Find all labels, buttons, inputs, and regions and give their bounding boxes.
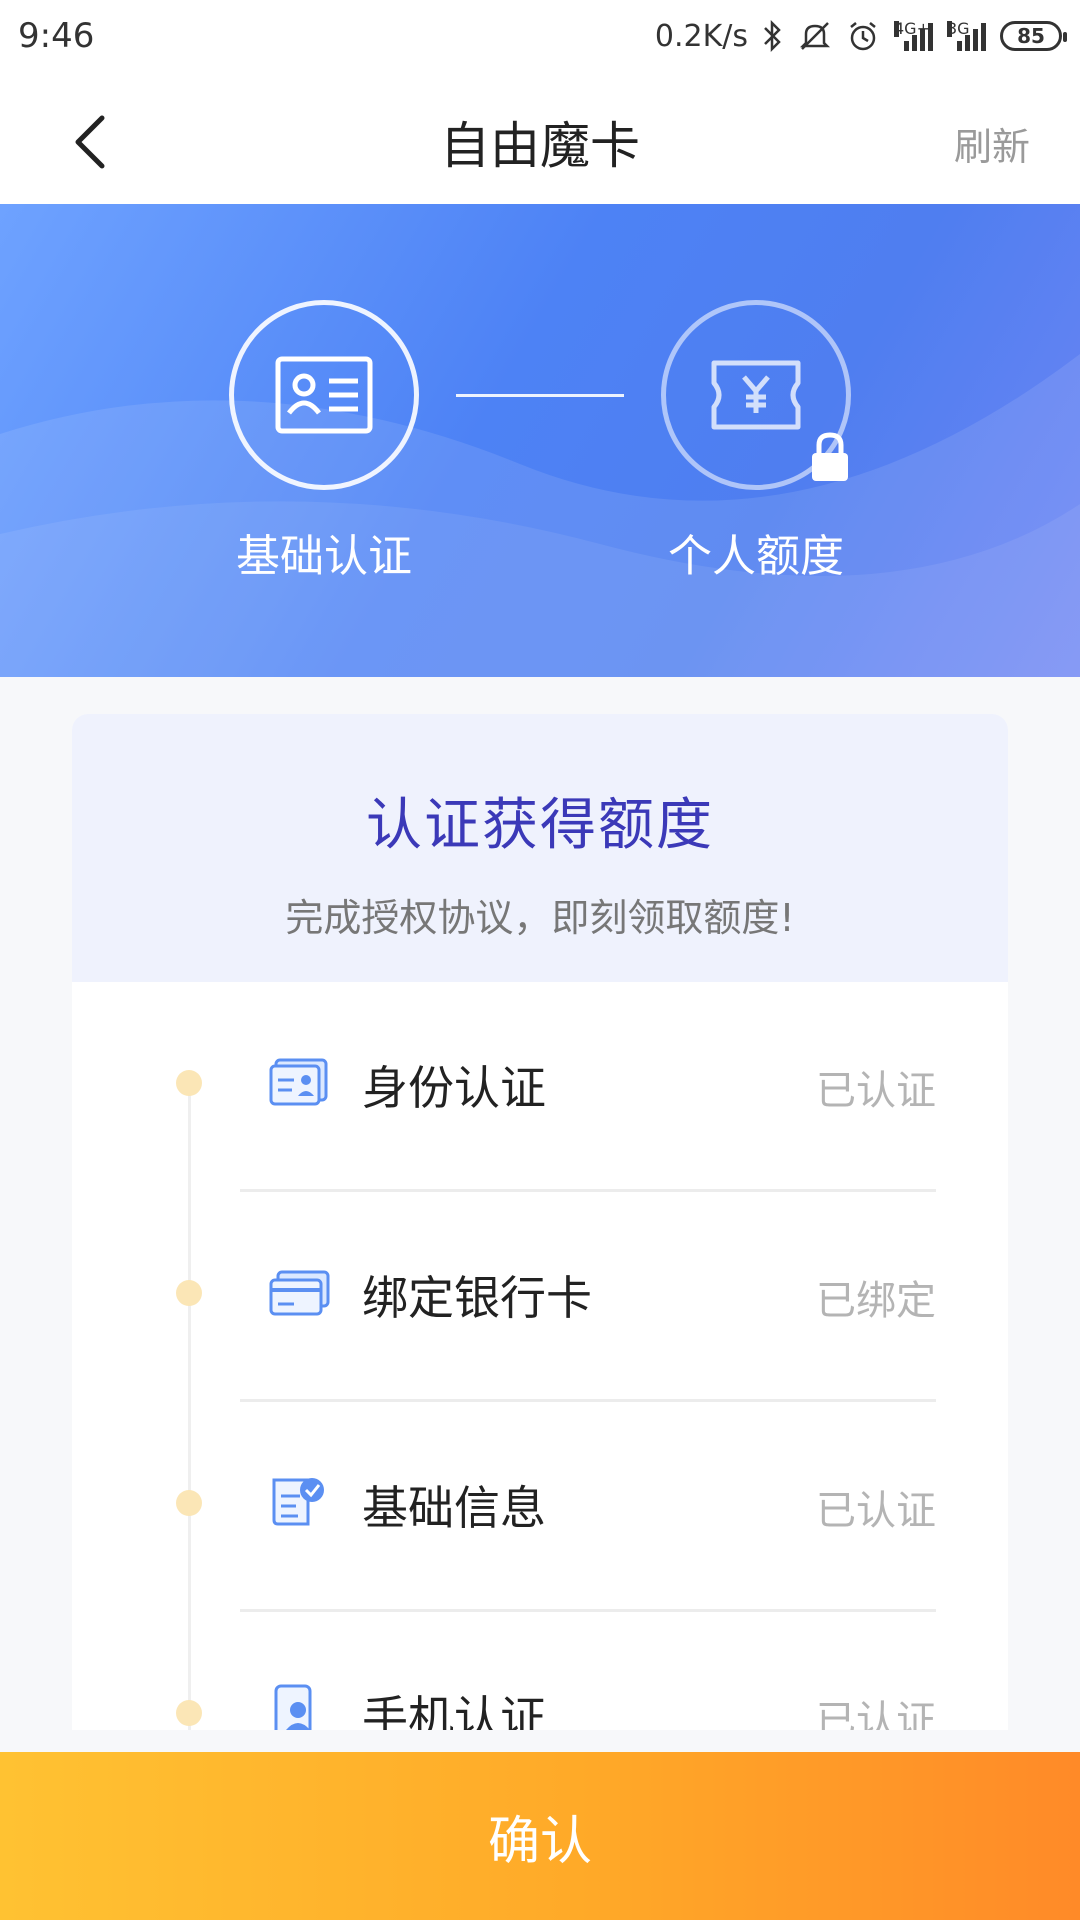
bank-card-icon — [269, 1270, 330, 1316]
banner-waves — [0, 354, 1080, 677]
list-item-identity[interactable]: 身份认证 已认证 — [72, 982, 1008, 1192]
yuan-ticket-icon — [711, 360, 801, 430]
timeline-dot — [176, 1490, 202, 1516]
item-status: 已认证 — [816, 1698, 936, 1730]
auth-card: 认证获得额度 完成授权协议，即刻领取额度! 身份认证 已认证 绑定银行卡 已绑定 — [72, 714, 1008, 1730]
item-status: 已绑定 — [816, 1278, 936, 1324]
timeline-dot — [176, 1280, 202, 1306]
confirm-button[interactable]: 确认 — [0, 1752, 1080, 1920]
bluetooth-icon — [764, 19, 781, 53]
refresh-button[interactable]: 刷新 — [954, 116, 1030, 171]
item-name: 手机认证 — [362, 1691, 546, 1730]
step-label: 基础认证 — [236, 531, 412, 582]
mute-bell-icon — [799, 22, 831, 50]
step-personal-limit: 个人额度 — [656, 300, 856, 584]
step-circle — [229, 300, 419, 490]
item-status: 已认证 — [816, 1068, 936, 1114]
lock-icon — [812, 432, 848, 481]
battery-level: 85 — [1017, 24, 1045, 48]
id-card-icon — [275, 356, 373, 434]
item-name: 身份认证 — [362, 1061, 546, 1115]
status-bar: 9:46 0.2K/s 4G+ 3G 85 — [0, 0, 1080, 72]
timeline-dot — [176, 1070, 202, 1096]
step-connector — [456, 394, 624, 397]
document-check-icon — [272, 1478, 324, 1526]
item-name: 基础信息 — [362, 1481, 546, 1535]
list-item-bank-card[interactable]: 绑定银行卡 已绑定 — [72, 1192, 1008, 1402]
step-label: 个人额度 — [668, 531, 844, 582]
card-subtitle: 完成授权协议，即刻领取额度! — [285, 896, 795, 940]
item-name: 绑定银行卡 — [362, 1271, 592, 1325]
page-title: 自由魔卡 — [440, 117, 640, 175]
card-header: 认证获得额度 完成授权协议，即刻领取额度! — [72, 714, 1008, 982]
signal-3g-icon: 3G — [947, 21, 986, 51]
list-item-phone[interactable]: 手机认证 已认证 — [72, 1612, 1008, 1730]
step-basic-auth: 基础认证 — [224, 300, 424, 584]
card-title: 认证获得额度 — [366, 793, 714, 858]
list-item-basic-info[interactable]: 基础信息 已认证 — [72, 1402, 1008, 1612]
network-speed: 0.2K/s — [654, 18, 748, 54]
phone-user-icon — [274, 1684, 312, 1730]
signal-4g-icon: 4G+ — [894, 21, 933, 51]
id-card-icon — [269, 1058, 328, 1106]
status-icons: 0.2K/s 4G+ 3G 85 — [654, 18, 1067, 54]
battery-icon: 85 — [1000, 21, 1067, 51]
item-status: 已认证 — [816, 1488, 936, 1534]
progress-banner: 基础认证 个人额度 — [0, 204, 1080, 677]
alarm-icon — [850, 22, 876, 51]
timeline-dot — [176, 1700, 202, 1726]
step-circle — [661, 300, 851, 490]
status-time: 9:46 — [18, 16, 95, 56]
nav-bar: 自由魔卡 刷新 — [0, 72, 1080, 204]
